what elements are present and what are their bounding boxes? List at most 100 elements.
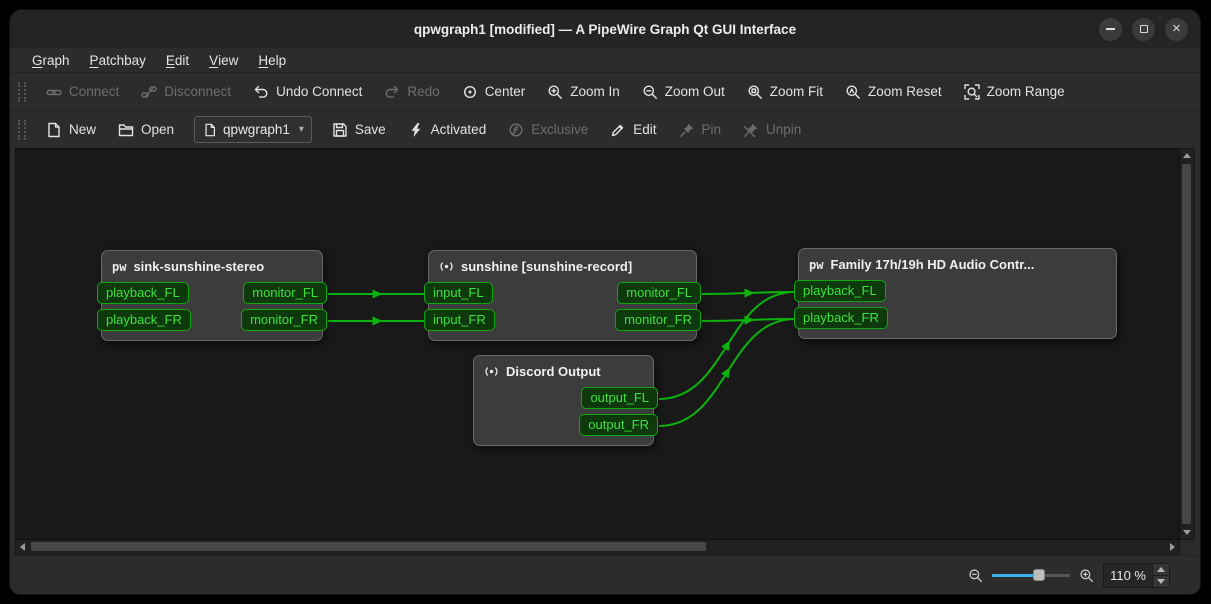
connection-arrow-icon bbox=[373, 290, 383, 299]
graph-view: pwsink-sunshine-stereoplayback_FLplaybac… bbox=[15, 148, 1195, 555]
zoom-in-icon[interactable] bbox=[1079, 568, 1094, 583]
session-combobox-value: qpwgraph1 bbox=[223, 122, 290, 137]
scroll-up-icon[interactable] bbox=[1183, 153, 1191, 158]
node-title: sink-sunshine-stereo bbox=[133, 259, 264, 274]
undo-connect-button[interactable]: Undo Connect bbox=[243, 77, 372, 107]
toolbar-button-label: Zoom Range bbox=[987, 84, 1065, 99]
session-combobox[interactable]: qpwgraph1▾ bbox=[194, 116, 312, 143]
pipewire-icon: pw bbox=[809, 258, 823, 272]
menu-view[interactable]: View bbox=[199, 48, 248, 72]
node-title-bar[interactable]: pwFamily 17h/19h HD Audio Contr... bbox=[799, 249, 1116, 278]
zoom-slider-knob[interactable] bbox=[1033, 569, 1045, 581]
exclusive-button[interactable]: Exclusive bbox=[498, 115, 598, 145]
zoom-slider[interactable] bbox=[992, 567, 1070, 583]
edit-button[interactable]: Edit bbox=[600, 115, 666, 145]
output-port-monitor_FL[interactable]: monitor_FL bbox=[617, 282, 701, 304]
disconnect-button[interactable]: Disconnect bbox=[131, 77, 241, 107]
node-title-bar[interactable]: pw sink-sunshine-stereo bbox=[102, 251, 322, 280]
center-icon bbox=[462, 84, 478, 100]
menu-graph[interactable]: Graph bbox=[22, 48, 80, 72]
vertical-scrollbar-handle[interactable] bbox=[1182, 164, 1191, 524]
toolbar-button-label: Exclusive bbox=[531, 122, 588, 137]
speaker-icon bbox=[484, 364, 499, 379]
horizontal-scrollbar-handle[interactable] bbox=[31, 542, 706, 551]
zoom-out-button[interactable]: Zoom Out bbox=[632, 77, 735, 107]
zoom-spinbox[interactable]: 110 % bbox=[1103, 563, 1170, 588]
redo-button[interactable]: Redo bbox=[374, 77, 449, 107]
graph-node-sink[interactable]: pwsink-sunshine-stereoplayback_FLplaybac… bbox=[101, 250, 323, 341]
menu-edit[interactable]: Edit bbox=[156, 48, 199, 72]
toolbar-main: Connect Disconnect Undo Connect Redo Center Z… bbox=[10, 72, 1200, 110]
activated-button[interactable]: Activated bbox=[398, 115, 497, 145]
toolbar-button-label: Connect bbox=[69, 84, 119, 99]
spin-down-button[interactable] bbox=[1153, 575, 1169, 587]
speaker-icon bbox=[439, 259, 454, 274]
graph-node-discord[interactable]: Discord Outputoutput_FLoutput_FR bbox=[473, 355, 654, 446]
minimize-icon bbox=[1106, 28, 1115, 30]
input-port-input_FL[interactable]: input_FL bbox=[424, 282, 493, 304]
node-title-bar[interactable]: sunshine [sunshine-record] bbox=[429, 251, 696, 280]
disconnect-icon bbox=[141, 84, 157, 100]
connect-button[interactable]: Connect bbox=[36, 77, 129, 107]
toolbar-grip[interactable] bbox=[18, 120, 26, 140]
zoom-in-button[interactable]: Zoom In bbox=[537, 77, 630, 107]
node-title-bar[interactable]: Discord Output bbox=[474, 356, 653, 385]
zoom-fit-icon bbox=[747, 84, 763, 100]
menu-help[interactable]: Help bbox=[248, 48, 296, 72]
minimize-button[interactable] bbox=[1099, 18, 1122, 41]
toolbar-button-label: Disconnect bbox=[164, 84, 231, 99]
pin-icon bbox=[679, 122, 695, 138]
menu-patchbay[interactable]: Patchbay bbox=[80, 48, 156, 72]
close-button[interactable]: × bbox=[1165, 18, 1188, 41]
input-port-playback_FR[interactable]: playback_FR bbox=[97, 309, 191, 331]
zoom-fit-button[interactable]: Zoom Fit bbox=[737, 77, 833, 107]
zoom-in-icon bbox=[547, 84, 563, 100]
spin-up-button[interactable] bbox=[1153, 564, 1169, 575]
speaker-icon bbox=[439, 259, 454, 274]
toolbar-button-label: Center bbox=[485, 84, 526, 99]
speaker-icon bbox=[484, 364, 499, 379]
output-port-monitor_FR[interactable]: monitor_FR bbox=[615, 309, 701, 331]
titlebar[interactable]: qpwgraph1 [modified] — A PipeWire Graph … bbox=[10, 10, 1200, 48]
input-port-input_FR[interactable]: input_FR bbox=[424, 309, 495, 331]
unpin-button[interactable]: Unpin bbox=[733, 115, 811, 145]
graph-node-family[interactable]: pwFamily 17h/19h HD Audio Contr...playba… bbox=[798, 248, 1117, 339]
output-port-monitor_FR[interactable]: monitor_FR bbox=[241, 309, 327, 331]
toolbar-button-label: Zoom Fit bbox=[770, 84, 823, 99]
graph-canvas[interactable]: pwsink-sunshine-stereoplayback_FLplaybac… bbox=[15, 148, 1180, 540]
output-port-monitor_FL[interactable]: monitor_FL bbox=[243, 282, 327, 304]
horizontal-scrollbar[interactable] bbox=[15, 540, 1180, 555]
output-port-output_FL[interactable]: output_FL bbox=[581, 387, 658, 409]
output-port-output_FR[interactable]: output_FR bbox=[579, 414, 658, 436]
redo-icon bbox=[384, 84, 400, 100]
zoom-out-icon bbox=[968, 568, 983, 583]
save-button[interactable]: Save bbox=[322, 115, 396, 145]
pin-button[interactable]: Pin bbox=[669, 115, 732, 145]
maximize-button[interactable] bbox=[1132, 18, 1155, 41]
zoom-reset-button[interactable]: Zoom Reset bbox=[835, 77, 952, 107]
toolbar-button-label: Zoom Out bbox=[665, 84, 725, 99]
zoom-out-icon[interactable] bbox=[968, 568, 983, 583]
scroll-left-icon[interactable] bbox=[20, 543, 25, 551]
scroll-down-icon[interactable] bbox=[1183, 530, 1191, 535]
open-icon bbox=[118, 122, 134, 138]
vertical-scrollbar[interactable] bbox=[1180, 148, 1195, 540]
toolbar-button-label: Save bbox=[355, 122, 386, 137]
new-button[interactable]: New bbox=[36, 115, 106, 145]
chevron-up-icon bbox=[1157, 567, 1165, 572]
scroll-right-icon[interactable] bbox=[1170, 543, 1175, 551]
toolbar-grip[interactable] bbox=[18, 82, 26, 102]
input-port-playback_FL[interactable]: playback_FL bbox=[794, 280, 886, 302]
zoom-value[interactable]: 110 % bbox=[1104, 564, 1152, 587]
open-button[interactable]: Open bbox=[108, 115, 184, 145]
chevron-down-icon bbox=[1157, 579, 1165, 584]
zoom-range-button[interactable]: Zoom Range bbox=[954, 77, 1075, 107]
center-button[interactable]: Center bbox=[452, 77, 536, 107]
pipewire-icon: pw bbox=[112, 260, 126, 274]
input-port-playback_FR[interactable]: playback_FR bbox=[794, 307, 888, 329]
scrollbar-corner bbox=[1180, 540, 1195, 555]
graph-node-sunshine[interactable]: sunshine [sunshine-record]input_FLinput_… bbox=[428, 250, 697, 341]
unpin-icon bbox=[743, 122, 759, 138]
input-port-playback_FL[interactable]: playback_FL bbox=[97, 282, 189, 304]
toolbar-button-label: Redo bbox=[407, 84, 439, 99]
